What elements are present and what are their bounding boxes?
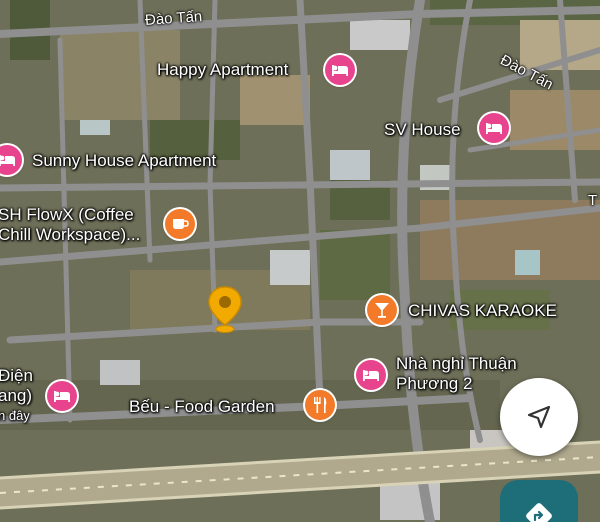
place-label-line: Nhà nghỉ Thuận bbox=[396, 354, 517, 373]
place-label-line: Phương 2 bbox=[396, 374, 473, 393]
bar-icon[interactable] bbox=[367, 295, 397, 325]
place-label-line: Chill Workspace)... bbox=[0, 225, 141, 244]
place-label-dien[interactable]: Điện ang) n đây bbox=[0, 366, 33, 426]
place-label-line: Điện bbox=[0, 366, 33, 385]
coffee-icon[interactable] bbox=[165, 209, 195, 239]
street-label: T bbox=[588, 192, 598, 209]
place-label-happy-apartment[interactable]: Happy Apartment bbox=[157, 60, 288, 80]
place-label-line: SH FlowX (Coffee bbox=[0, 205, 134, 224]
location-pin-icon[interactable] bbox=[205, 285, 245, 335]
place-label-sunny-house-apartment[interactable]: Sunny House Apartment bbox=[32, 151, 216, 171]
place-label-chivas-karaoke[interactable]: CHIVAS KARAOKE bbox=[408, 301, 557, 321]
hotel-icon[interactable] bbox=[356, 360, 386, 390]
place-label-sh-flowx[interactable]: SH FlowX (Coffee Chill Workspace)... bbox=[0, 205, 140, 245]
directions-icon bbox=[526, 503, 552, 522]
navigation-arrow-icon bbox=[527, 405, 551, 429]
place-label-beu-food-garden[interactable]: Bếu - Food Garden bbox=[129, 397, 275, 417]
place-label-line: ang) bbox=[0, 386, 33, 405]
hotel-icon[interactable] bbox=[325, 55, 355, 85]
hotel-icon[interactable] bbox=[479, 113, 509, 143]
restaurant-icon[interactable] bbox=[305, 390, 335, 420]
place-label-line: n đây bbox=[0, 408, 30, 423]
navigate-button[interactable] bbox=[500, 378, 578, 456]
place-label-sv-house[interactable]: SV House bbox=[384, 120, 461, 140]
hotel-icon[interactable] bbox=[47, 381, 77, 411]
directions-button[interactable] bbox=[500, 480, 578, 522]
place-label-nha-nghi-thuan-phuong[interactable]: Nhà nghỉ Thuận Phương 2 bbox=[396, 354, 517, 394]
satellite-map[interactable]: Đào Tấn Đào Tấn T Happy Apartment SV Hou… bbox=[0, 0, 600, 522]
